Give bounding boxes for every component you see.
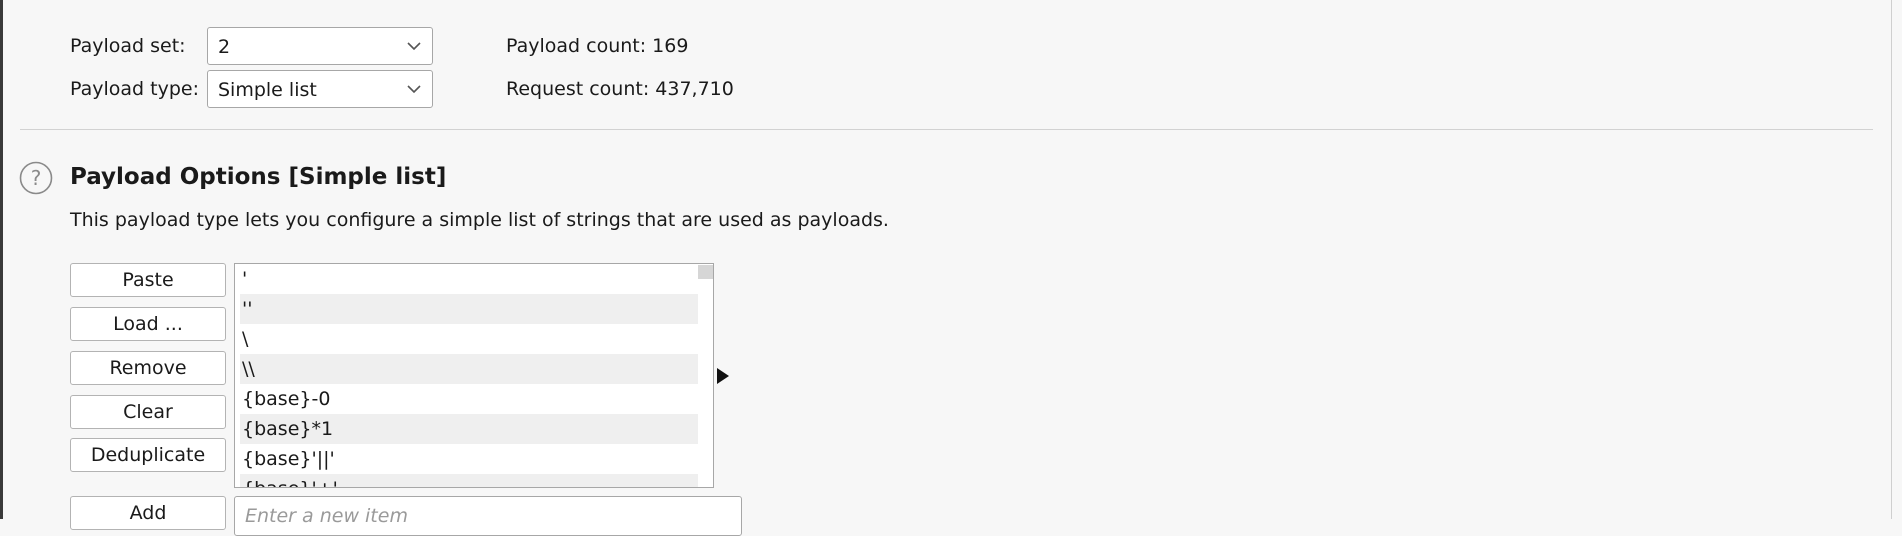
paste-button[interactable]: Paste xyxy=(70,263,226,297)
deduplicate-button[interactable]: Deduplicate xyxy=(70,438,226,472)
section-title: Payload Options [Simple list] xyxy=(70,164,447,190)
list-item[interactable]: ' xyxy=(240,264,698,294)
triangle-right-icon[interactable] xyxy=(716,367,730,385)
add-button[interactable]: Add xyxy=(70,496,226,530)
request-count: Request count: 437,710 xyxy=(506,78,734,100)
load-button[interactable]: Load ... xyxy=(70,307,226,341)
list-item[interactable]: '' xyxy=(240,294,698,324)
payload-set-label: Payload set: xyxy=(70,35,186,57)
remove-button[interactable]: Remove xyxy=(70,351,226,385)
payload-type-label: Payload type: xyxy=(70,78,199,100)
list-item[interactable]: \ xyxy=(240,324,698,354)
list-item[interactable]: {base}'||' xyxy=(240,444,698,474)
window-left-edge xyxy=(0,0,3,519)
list-item[interactable]: {base}-0 xyxy=(240,384,698,414)
section-description: This payload type lets you configure a s… xyxy=(70,209,889,231)
list-item[interactable]: {base}'+' xyxy=(240,474,698,487)
section-divider xyxy=(20,129,1873,130)
payload-set-select[interactable]: 2 xyxy=(207,27,433,65)
new-item-input[interactable] xyxy=(234,496,742,536)
window-right-edge xyxy=(1891,0,1892,519)
payload-set-value: 2 xyxy=(218,36,231,58)
svg-text:?: ? xyxy=(31,166,42,190)
chevron-down-icon xyxy=(407,85,421,94)
payload-count: Payload count: 169 xyxy=(506,35,689,57)
payload-list[interactable]: ' '' \ \\ {base}-0 {base}*1 {base}'||' {… xyxy=(234,263,714,488)
list-scrollbar[interactable] xyxy=(698,265,713,279)
clear-button[interactable]: Clear xyxy=(70,395,226,429)
chevron-down-icon xyxy=(407,42,421,51)
payload-type-value: Simple list xyxy=(218,79,317,101)
list-item[interactable]: {base}*1 xyxy=(240,414,698,444)
list-item[interactable]: \\ xyxy=(240,354,698,384)
payload-type-select[interactable]: Simple list xyxy=(207,70,433,108)
help-circle-icon[interactable]: ? xyxy=(19,161,53,195)
